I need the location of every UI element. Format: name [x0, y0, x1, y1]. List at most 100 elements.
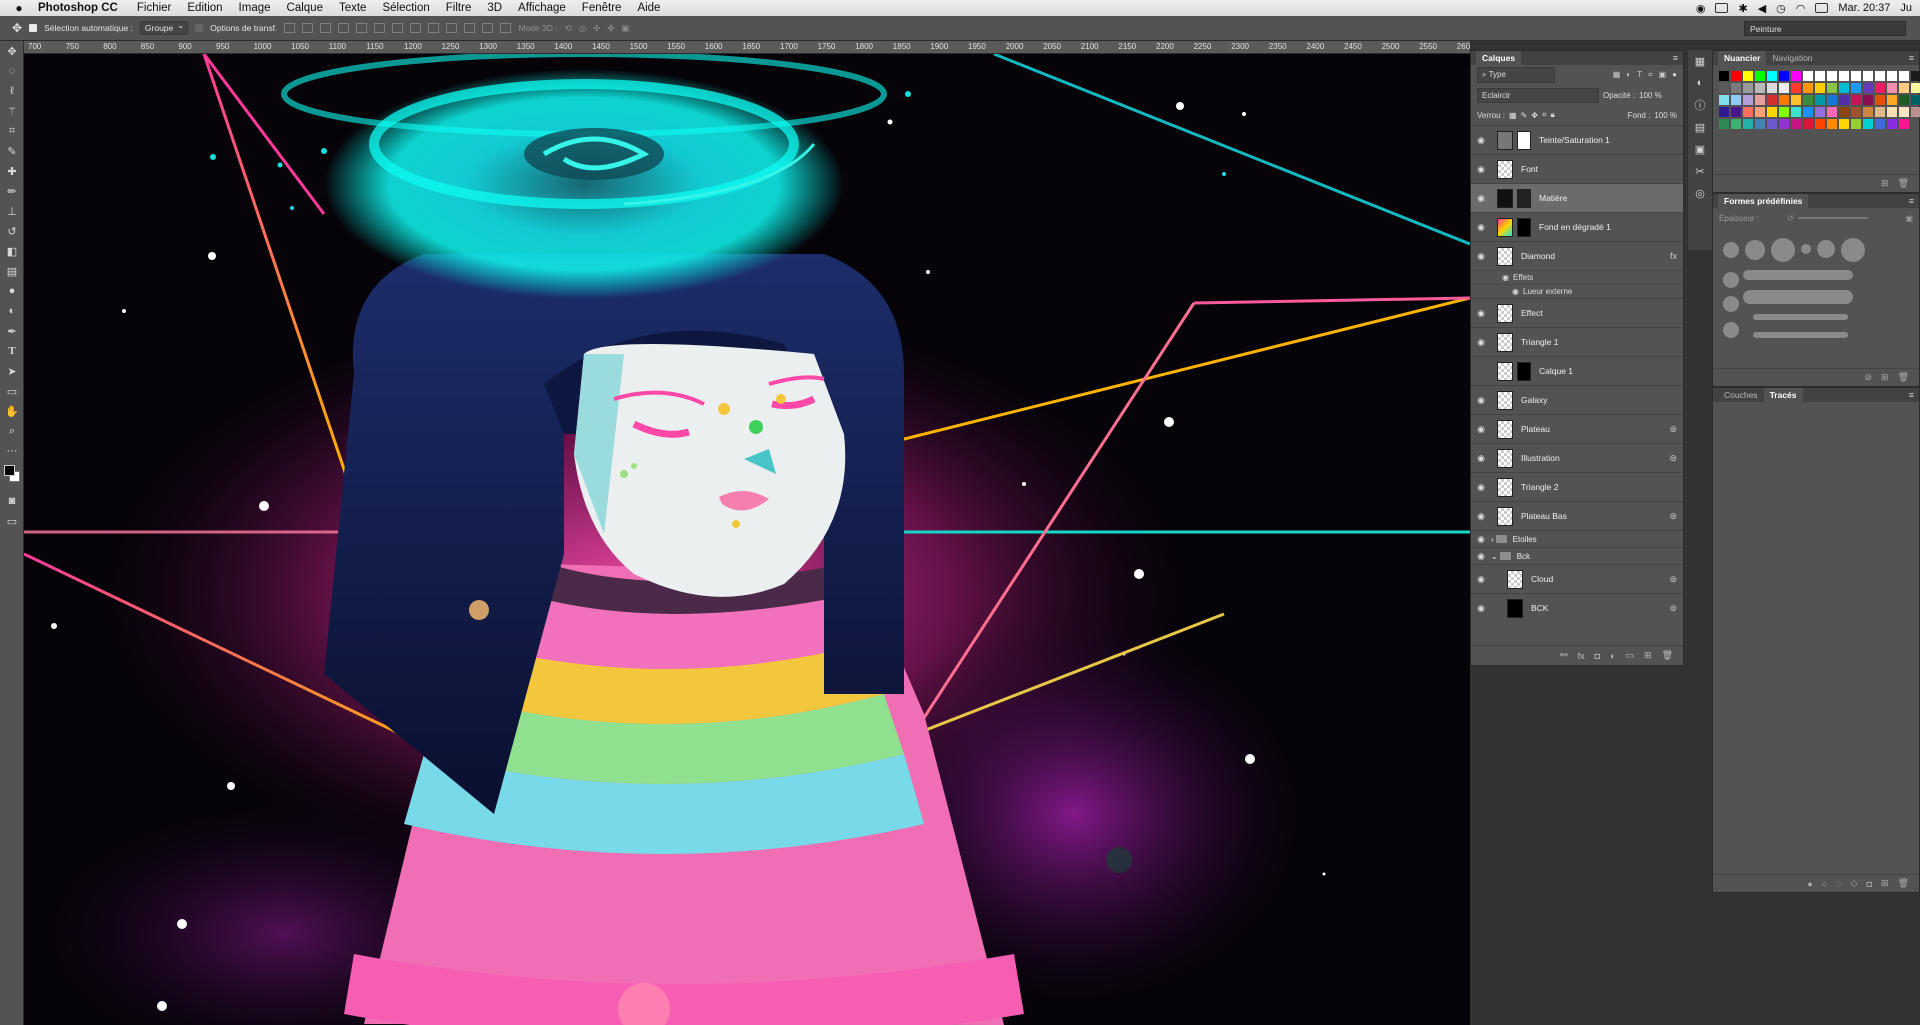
- visibility-eye-icon[interactable]: ◉: [1471, 511, 1491, 522]
- color-swatch[interactable]: [1803, 119, 1813, 129]
- visibility-eye-icon[interactable]: ◉: [1471, 193, 1491, 204]
- marquee-tool-icon[interactable]: ◌: [0, 61, 24, 81]
- color-swatch[interactable]: [1779, 95, 1789, 105]
- group-row[interactable]: ◉ ⌄ Bck: [1471, 547, 1683, 564]
- align-vcenter-icon[interactable]: [302, 23, 314, 33]
- distribute-vcenter-icon[interactable]: [410, 23, 422, 33]
- color-swatch[interactable]: [1875, 107, 1885, 117]
- brush-settings-icon[interactable]: ▣: [1905, 214, 1913, 223]
- color-swatch[interactable]: [1719, 95, 1729, 105]
- layer-row[interactable]: ◉ Plateau Bas ⊜: [1471, 501, 1683, 530]
- menu-texte[interactable]: Texte: [339, 2, 367, 14]
- color-swatch[interactable]: [1839, 119, 1849, 129]
- lock-all-icon[interactable]: 🔒︎: [1551, 110, 1555, 120]
- color-swatch[interactable]: [1839, 95, 1849, 105]
- quick-mask-icon[interactable]: ◙: [0, 491, 24, 511]
- color-swatch[interactable]: [1863, 119, 1873, 129]
- auto-select-dropdown[interactable]: Groupe: [139, 20, 189, 35]
- color-swatch[interactable]: [1863, 71, 1873, 81]
- color-swatch[interactable]: [1863, 83, 1873, 93]
- color-swatch[interactable]: [1827, 107, 1837, 117]
- pen-tool-icon[interactable]: ✒: [0, 321, 24, 341]
- filter-pixel-icon[interactable]: ▦: [1613, 70, 1621, 80]
- layer-row[interactable]: ◉ Font: [1471, 154, 1683, 183]
- color-swatch[interactable]: [1851, 107, 1861, 117]
- menu-affichage[interactable]: Affichage: [518, 2, 566, 14]
- healing-brush-tool-icon[interactable]: ✚: [0, 161, 24, 181]
- color-swatch[interactable]: [1887, 83, 1897, 93]
- layer-row[interactable]: ◉ Diamond fx: [1471, 241, 1683, 270]
- visibility-eye-icon[interactable]: ◉: [1471, 603, 1491, 614]
- color-swatch[interactable]: [1875, 119, 1885, 129]
- layer-row[interactable]: ◉ Teinte/Saturation 1: [1471, 125, 1683, 154]
- tools-preset-icon[interactable]: ✂: [1688, 160, 1712, 182]
- panel-menu-icon[interactable]: ≡: [1909, 196, 1914, 206]
- airplay-icon[interactable]: [1715, 3, 1729, 13]
- expand-arrow-icon[interactable]: ›: [1491, 535, 1494, 544]
- color-swatch[interactable]: [1827, 71, 1837, 81]
- filter-type-icon[interactable]: T: [1637, 70, 1642, 80]
- color-swatch[interactable]: [1899, 107, 1909, 117]
- cc-libraries-icon[interactable]: ◎: [1688, 182, 1712, 204]
- color-swatch[interactable]: [1803, 83, 1813, 93]
- color-swatch[interactable]: [1851, 119, 1861, 129]
- layer-row[interactable]: ◉ Effect: [1471, 298, 1683, 327]
- crop-tool-icon[interactable]: ⌗: [0, 121, 24, 141]
- time-machine-icon[interactable]: ◷: [1776, 2, 1786, 15]
- layer-row[interactable]: ◉ Cloud ⊜: [1471, 564, 1683, 593]
- distribute-hcenter-icon[interactable]: [464, 23, 476, 33]
- tab-formes-predefinies[interactable]: Formes prédéfinies: [1718, 194, 1809, 208]
- info-icon[interactable]: ⓘ: [1688, 94, 1712, 116]
- color-swatch[interactable]: [1827, 95, 1837, 105]
- color-swatch[interactable]: [1803, 95, 1813, 105]
- color-swatch[interactable]: [1851, 71, 1861, 81]
- layer-row[interactable]: ◉ Plateau ⊜: [1471, 414, 1683, 443]
- menu-calque[interactable]: Calque: [287, 2, 323, 14]
- eraser-tool-icon[interactable]: ◧: [0, 241, 24, 261]
- color-swatch[interactable]: [1719, 107, 1729, 117]
- color-swatch[interactable]: [1851, 83, 1861, 93]
- visibility-eye-icon[interactable]: ◉: [1471, 135, 1491, 146]
- volume-icon[interactable]: ◀: [1758, 2, 1766, 15]
- layer-row[interactable]: Calque 1: [1471, 356, 1683, 385]
- color-swatch[interactable]: [1815, 71, 1825, 81]
- visibility-eye-icon[interactable]: ◉: [1471, 453, 1491, 464]
- new-brush-icon[interactable]: ⊞: [1881, 372, 1889, 383]
- layer-row[interactable]: ◉ Triangle 2: [1471, 472, 1683, 501]
- color-swatch[interactable]: [1899, 119, 1909, 129]
- transform-checkbox[interactable]: [195, 24, 204, 32]
- effects-row[interactable]: ◉ Effets: [1471, 270, 1683, 284]
- smart-object-icon[interactable]: ⊜: [1669, 574, 1677, 585]
- hand-tool-icon[interactable]: ✋: [0, 401, 24, 421]
- color-swatch[interactable]: [1719, 83, 1729, 93]
- visibility-eye-icon[interactable]: ◉: [1471, 337, 1491, 348]
- color-swatch[interactable]: [1743, 83, 1753, 93]
- add-mask-icon[interactable]: ◘: [1867, 879, 1872, 889]
- dodge-tool-icon[interactable]: ◐: [0, 301, 24, 321]
- fx-badge[interactable]: fx: [1670, 251, 1677, 261]
- adjustments-icon[interactable]: ◐: [1688, 72, 1712, 94]
- drag-3d-icon[interactable]: ✣: [593, 23, 600, 34]
- new-layer-icon[interactable]: ⊞: [1644, 650, 1652, 661]
- properties-icon[interactable]: ▦: [1688, 50, 1712, 72]
- lasso-tool-icon[interactable]: ℓ: [0, 81, 24, 101]
- type-tool-icon[interactable]: T: [0, 341, 24, 361]
- color-swatch[interactable]: [1731, 71, 1741, 81]
- color-swatch[interactable]: [1767, 95, 1777, 105]
- color-swatch[interactable]: [1755, 71, 1765, 81]
- color-swatch[interactable]: [1731, 119, 1741, 129]
- layer-row[interactable]: ◉ Illustration ⊜: [1471, 443, 1683, 472]
- add-style-icon[interactable]: fx: [1578, 651, 1585, 661]
- scale-3d-icon[interactable]: ▣: [621, 23, 629, 34]
- delete-path-icon[interactable]: 🗑︎: [1898, 878, 1909, 889]
- menu-image[interactable]: Image: [239, 2, 271, 14]
- color-swatch[interactable]: [1899, 71, 1909, 81]
- layer-row[interactable]: ◉ BCK ⊜: [1471, 593, 1683, 622]
- menu-fichier[interactable]: Fichier: [137, 2, 172, 14]
- color-swatch[interactable]: [1887, 107, 1897, 117]
- distribute-bottom-icon[interactable]: [428, 23, 440, 33]
- color-swatch[interactable]: [1755, 83, 1765, 93]
- color-swatch[interactable]: [1899, 95, 1909, 105]
- tab-traces[interactable]: Tracés: [1763, 388, 1803, 402]
- collapse-arrow-icon[interactable]: ⌄: [1491, 552, 1498, 561]
